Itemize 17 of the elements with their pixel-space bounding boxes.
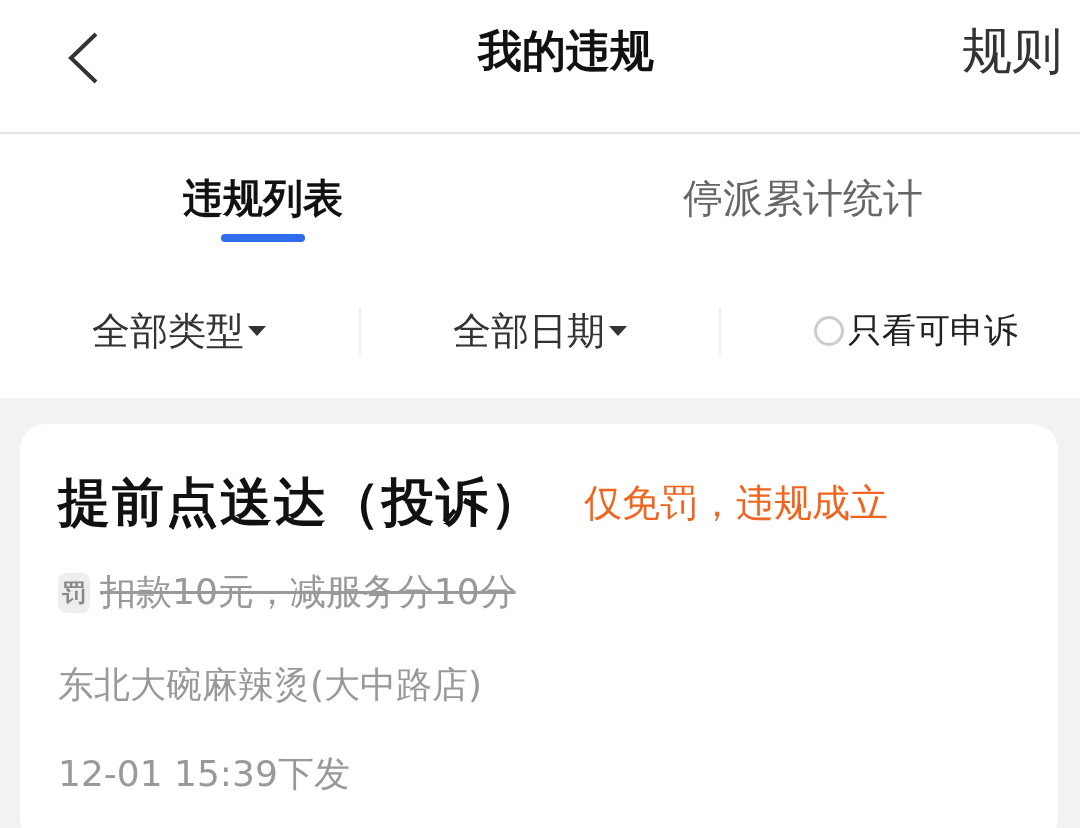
filter-dropdown[interactable]: 全部日期	[453, 305, 627, 357]
violation-card[interactable]: 提前点送达（投诉） 仅免罚，违规成立 罚 扣款10元，减服务分10分 东北大碗麻辣烫(大中路店) 12-01 15:39下发	[20, 424, 1058, 828]
tab[interactable]: 停派累计统计	[525, 134, 1080, 270]
caret-icon	[609, 326, 627, 336]
page-title: 我的违规	[478, 23, 654, 78]
violation-title: 提前点送达（投诉）	[58, 471, 544, 534]
caret-icon	[248, 326, 267, 336]
store-name: 东北大碗麻辣烫(大中路店)	[58, 663, 483, 707]
back-button[interactable]	[66, 31, 100, 85]
appealable-checkbox[interactable]: 只看可申诉	[813, 308, 1018, 354]
issue-time: 12-01 15:39下发	[58, 752, 350, 796]
rules-link[interactable]: 规则	[962, 17, 1062, 85]
filter-dropdown[interactable]: 全部类型	[92, 305, 267, 357]
tab[interactable]: 违规列表	[0, 134, 525, 270]
penalty-text: 扣款10元，减服务分10分	[100, 570, 516, 614]
violation-status: 仅免罚，违规成立	[584, 479, 888, 527]
penalty-badge: 罚	[58, 572, 90, 613]
